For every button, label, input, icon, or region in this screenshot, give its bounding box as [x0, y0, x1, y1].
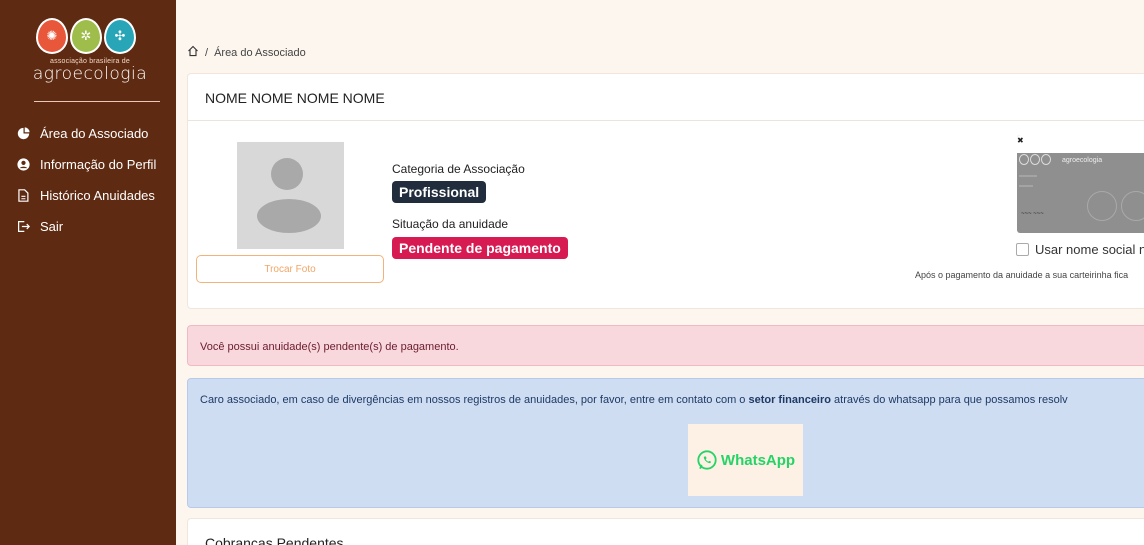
profile-card-header: NOME NOME NOME NOME — [188, 74, 1144, 121]
card-line — [1019, 175, 1037, 177]
card-ring — [1087, 191, 1117, 221]
card-logo-text: agroecologia — [1062, 157, 1103, 164]
sidebar-item-area-associado[interactable]: Área do Associado — [0, 118, 176, 149]
status-label: Situação da anuidade — [392, 217, 509, 231]
logo-sun-icon: ✺ — [36, 18, 68, 54]
card-ring — [1121, 191, 1144, 221]
card-line — [1019, 185, 1033, 187]
contact-text-before: Caro associado, em caso de divergências … — [200, 394, 749, 406]
whatsapp-label: WhatsApp — [720, 451, 796, 469]
financial-sector-link: setor financeiro — [748, 394, 831, 406]
aba-logo[interactable]: ✺ ✲ ✣ associação brasileira de agroecolo… — [22, 12, 157, 100]
breadcrumb-separator: / — [205, 46, 209, 59]
avatar-head-icon — [271, 158, 303, 190]
sidebar-item-label: Informação do Perfil — [40, 157, 157, 172]
social-name-checkbox-row[interactable]: Usar nome social na ca — [1016, 242, 1144, 257]
whatsapp-icon — [697, 450, 717, 470]
social-name-label: Usar nome social na ca — [1035, 242, 1144, 257]
logout-icon — [16, 220, 30, 234]
sidebar-item-label: Área do Associado — [40, 126, 149, 141]
sidebar: ✺ ✲ ✣ associação brasileira de agroecolo… — [0, 0, 176, 545]
category-badge: Profissional — [392, 181, 487, 203]
status-badge: Pendente de pagamento — [392, 237, 568, 259]
breadcrumb: / Área do Associado — [187, 45, 306, 60]
avatar-body-icon — [257, 199, 321, 233]
pending-charges-title: Cobranças Pendentes — [205, 535, 344, 545]
logo-leaf-icon: ✲ — [70, 18, 102, 54]
profile-photo-placeholder — [237, 142, 344, 249]
membership-card-preview: ✖ agroecologia ~~~ ~~~ — [1017, 135, 1144, 233]
sidebar-item-label: Histórico Anuidades — [40, 188, 155, 203]
user-circle-icon — [16, 158, 30, 172]
contact-alert-text: Caro associado, em caso de divergências … — [200, 394, 1068, 406]
file-icon — [16, 189, 30, 203]
main-content: / Área do Associado NOME NOME NOME NOME … — [176, 0, 1144, 545]
pending-alert-text: Você possui anuidade(s) pendente(s) de p… — [200, 341, 459, 353]
logo-water-icon: ✣ — [104, 18, 136, 54]
pending-alert: Você possui anuidade(s) pendente(s) de p… — [187, 325, 1144, 366]
sidebar-divider — [34, 101, 160, 102]
contact-alert: Caro associado, em caso de divergências … — [187, 378, 1144, 508]
member-name: NOME NOME NOME NOME — [205, 90, 385, 106]
card-signature-icon: ~~~ ~~~ — [1021, 211, 1044, 217]
contact-text-after: através do whatsapp para que possamos re… — [831, 394, 1068, 406]
sidebar-item-label: Sair — [40, 219, 64, 234]
sidebar-item-historico-anuidades[interactable]: Histórico Anuidades — [0, 180, 176, 211]
social-name-checkbox[interactable] — [1016, 243, 1029, 256]
home-icon[interactable] — [187, 45, 199, 60]
whatsapp-button[interactable]: WhatsApp — [688, 424, 803, 496]
sidebar-item-sair[interactable]: Sair — [0, 211, 176, 242]
logo-emblem: ✺ ✲ ✣ — [36, 12, 146, 62]
sidebar-item-informacao-perfil[interactable]: Informação do Perfil — [0, 149, 176, 180]
pie-chart-icon — [16, 127, 30, 141]
breadcrumb-current: Área do Associado — [214, 46, 306, 59]
profile-card: NOME NOME NOME NOME Trocar Foto Categori… — [187, 73, 1144, 309]
logo-title: agroecologia — [32, 64, 148, 84]
sidebar-nav: Área do Associado Informação do Perfil H… — [0, 118, 176, 242]
card-notice: Após o pagamento da anuidade a sua carte… — [915, 270, 1129, 280]
card-preview-header: ✖ — [1017, 135, 1144, 153]
change-photo-button[interactable]: Trocar Foto — [196, 255, 384, 283]
pending-charges-card: Cobranças Pendentes — [187, 518, 1144, 545]
category-label: Categoria de Associação — [392, 162, 525, 176]
card-x-icon: ✖ — [1017, 136, 1024, 145]
card-logo-icon — [1019, 154, 1051, 165]
